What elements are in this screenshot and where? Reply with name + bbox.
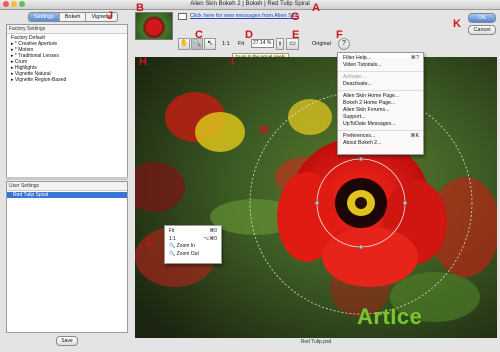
help-menu-item[interactable]: Deactivate...	[338, 81, 423, 88]
user-preset-item[interactable]: Red Tulip Spiral	[7, 192, 127, 198]
ok-button[interactable]: OK	[468, 13, 496, 23]
factory-settings-panel: Factory Settings Factory Default ▸ * Crea…	[6, 24, 128, 178]
menu-item-label: About Bokeh 2...	[343, 140, 382, 146]
navigator-thumbnail[interactable]	[135, 12, 173, 40]
menu-separator	[338, 130, 423, 131]
callout-a: A	[312, 2, 320, 14]
preview-caption: Red Tulip.psd	[300, 339, 332, 345]
tab-settings[interactable]: Settings	[29, 13, 60, 21]
callout-m: M	[259, 124, 269, 136]
menu-item-label: 🔍 Zoom Out	[169, 250, 199, 257]
hand-tool-icon[interactable]: ✋	[178, 38, 190, 50]
context-menu-item[interactable]: Fit ⌘0	[165, 228, 221, 236]
help-menu-item: Activate...	[338, 74, 423, 81]
factory-preset-item[interactable]: ▸ Vignette Region-Based	[11, 77, 127, 83]
menu-item-label: Filter Help...	[343, 55, 371, 61]
messages-link[interactable]: Click here for new messages from Alien S…	[190, 13, 299, 19]
menu-item-label: Bokeh 2 Home Page...	[343, 100, 396, 106]
callout-j: J	[107, 10, 114, 22]
title-bar: Alien Skin Bokeh 2 | Bokeh | Red Tulip S…	[0, 0, 500, 10]
zoom-context-menu: Fit ⌘0 1:1 ⌥⌘0 🔍 Zoom In 🔍 Zoom Out	[164, 225, 222, 264]
help-menu-item[interactable]: Bokeh 2 Home Page...	[338, 100, 423, 107]
zoom-stepper-icon[interactable]: ⇕	[276, 38, 284, 50]
save-button[interactable]: Save	[56, 336, 78, 346]
zoom-1to1-button[interactable]: 1:1	[222, 41, 230, 47]
message-icon	[178, 13, 187, 20]
help-menu-item[interactable]: Preferences... ⌘K	[338, 133, 423, 140]
image-preview[interactable]	[135, 57, 497, 338]
menu-item-label: Deactivate...	[343, 81, 372, 87]
callout-l: L	[147, 236, 154, 248]
menu-item-label: Support...	[343, 114, 366, 120]
user-settings-header: User Settings	[7, 182, 127, 191]
help-menu-item[interactable]: Alien Skin Home Page...	[338, 93, 423, 100]
help-menu-item[interactable]: Alien Skin Forums...	[338, 107, 423, 114]
menu-item-label: Video Tutorials...	[343, 62, 382, 68]
menu-item-label: Activate...	[343, 74, 366, 80]
zoom-percent-field[interactable]: 27.14 %	[251, 39, 274, 48]
user-settings-list: Red Tulip Spiral	[7, 191, 127, 198]
help-menu-item[interactable]: Support...	[338, 114, 423, 121]
tab-bokeh[interactable]: Bokeh	[60, 13, 87, 21]
callout-c: C	[195, 29, 203, 41]
selection-tool-icon[interactable]: ↖	[204, 38, 216, 50]
cancel-button[interactable]: Cancel	[468, 25, 496, 35]
panel-splitter[interactable]	[6, 177, 128, 180]
callout-f: F	[336, 29, 343, 41]
callout-d: D	[245, 29, 253, 41]
callout-b: B	[136, 2, 144, 14]
callout-k: K	[453, 18, 461, 30]
menu-item-label: Fit	[169, 228, 175, 234]
help-menu-item[interactable]: Filter Help... ⌘?	[338, 55, 423, 62]
callout-h: H	[139, 56, 147, 68]
callout-g: G	[291, 11, 300, 23]
menu-item-shortcut: ⌥⌘0	[203, 235, 217, 242]
original-toggle[interactable]: Original	[312, 41, 331, 47]
callout-i: I	[231, 56, 235, 68]
zoom-fit-button[interactable]: Fit	[238, 41, 244, 47]
user-settings-panel: User Settings Red Tulip Spiral	[6, 181, 128, 333]
context-menu-item[interactable]: 🔍 Zoom Out	[165, 251, 221, 259]
menu-separator	[338, 71, 423, 72]
menu-item-label: UpToDate Messages...	[343, 121, 396, 127]
help-menu-item[interactable]: Video Tutorials...	[338, 62, 423, 69]
watermark-logo: ArtIce	[357, 304, 423, 329]
help-menu-item[interactable]: About Bokeh 2...	[338, 140, 423, 147]
mode-tabs: Settings Bokeh Vignette	[28, 12, 118, 22]
tulip-photo	[135, 57, 497, 338]
factory-settings-header: Factory Settings	[7, 25, 127, 34]
menu-item-shortcut: ⌘?	[410, 55, 419, 61]
callout-e: E	[292, 29, 300, 41]
context-menu-item[interactable]: 🔍 Zoom In	[165, 243, 221, 251]
window-title: Alien Skin Bokeh 2 | Bokeh | Red Tulip S…	[190, 1, 310, 7]
menu-item-label: Alien Skin Home Page...	[343, 93, 400, 99]
menu-separator	[338, 90, 423, 91]
app-window: Alien Skin Bokeh 2 | Bokeh | Red Tulip S…	[0, 0, 500, 352]
menu-item-label: Preferences...	[343, 133, 376, 139]
help-menu-item[interactable]: UpToDate Messages...	[338, 121, 423, 128]
menu-item-shortcut: ⌘0	[209, 228, 217, 234]
menu-item-label: 🔍 Zoom In	[169, 243, 195, 249]
help-dropdown-menu: Filter Help... ⌘? Video Tutorials... Activa…	[337, 52, 424, 155]
menu-item-label: Alien Skin Forums...	[343, 107, 390, 113]
menu-item-shortcut: ⌘K	[410, 133, 419, 139]
factory-settings-list: Factory Default ▸ * Creative Aperture ▸ * …	[7, 34, 127, 83]
context-menu-item[interactable]: 1:1 ⌥⌘0	[165, 236, 221, 244]
menu-item-label: 1:1	[169, 235, 176, 242]
